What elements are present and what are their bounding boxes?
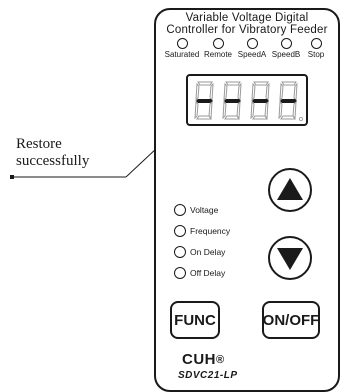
indicator-led-icon: [176, 38, 188, 49]
indicator-label: On Delay: [190, 247, 226, 257]
indicator-label: Saturated: [164, 50, 200, 59]
up-button[interactable]: [268, 168, 312, 212]
brand-name: CUH: [182, 351, 216, 368]
indicator-led-icon: [174, 225, 186, 237]
on-off-button[interactable]: ON/OFF: [262, 301, 320, 339]
indicator-led-icon: [174, 267, 186, 279]
brand-logo: CUH®: [182, 352, 225, 368]
indicator-label: Off Delay: [190, 268, 226, 278]
indicator-led-icon: [246, 38, 258, 49]
panel-title-line-1: Variable Voltage Digital: [185, 12, 309, 24]
indicator-label: Frequency: [190, 226, 231, 236]
panel-title: Variable Voltage Digital Controller for …: [156, 12, 338, 36]
panel-title-line-2: Controller for Vibratory Feeder: [166, 24, 328, 36]
triangle-down-icon: [277, 248, 303, 270]
down-button[interactable]: [268, 236, 312, 280]
func-button[interactable]: FUNC: [170, 301, 220, 339]
decimal-point: [299, 117, 304, 122]
indicator-saturated: Saturated: [162, 38, 202, 60]
indicator-led-icon: [174, 246, 186, 258]
status-indicator-row: Saturated Remote SpeedA SpeedB Stop: [165, 38, 332, 66]
registered-mark: ®: [216, 354, 225, 366]
callout-line-2: successfully: [16, 153, 90, 169]
indicator-led-icon: [174, 204, 186, 216]
restore-callout: Restore successfully: [16, 136, 89, 170]
indicator-stop: Stop: [296, 38, 336, 60]
seven-segment-digits: [194, 81, 304, 122]
indicator-label: Stop: [307, 50, 325, 59]
model-number: SDVC21-LP: [178, 370, 238, 381]
indicator-led-icon: [310, 38, 322, 49]
seven-segment-display: [186, 74, 308, 126]
triangle-up-icon: [277, 178, 303, 200]
callout-line-1: Restore: [16, 136, 62, 152]
controller-panel: Variable Voltage Digital Controller for …: [154, 8, 340, 392]
indicator-led-icon: [280, 38, 292, 49]
indicator-label: Voltage: [190, 205, 219, 215]
indicator-led-icon: [212, 38, 224, 49]
